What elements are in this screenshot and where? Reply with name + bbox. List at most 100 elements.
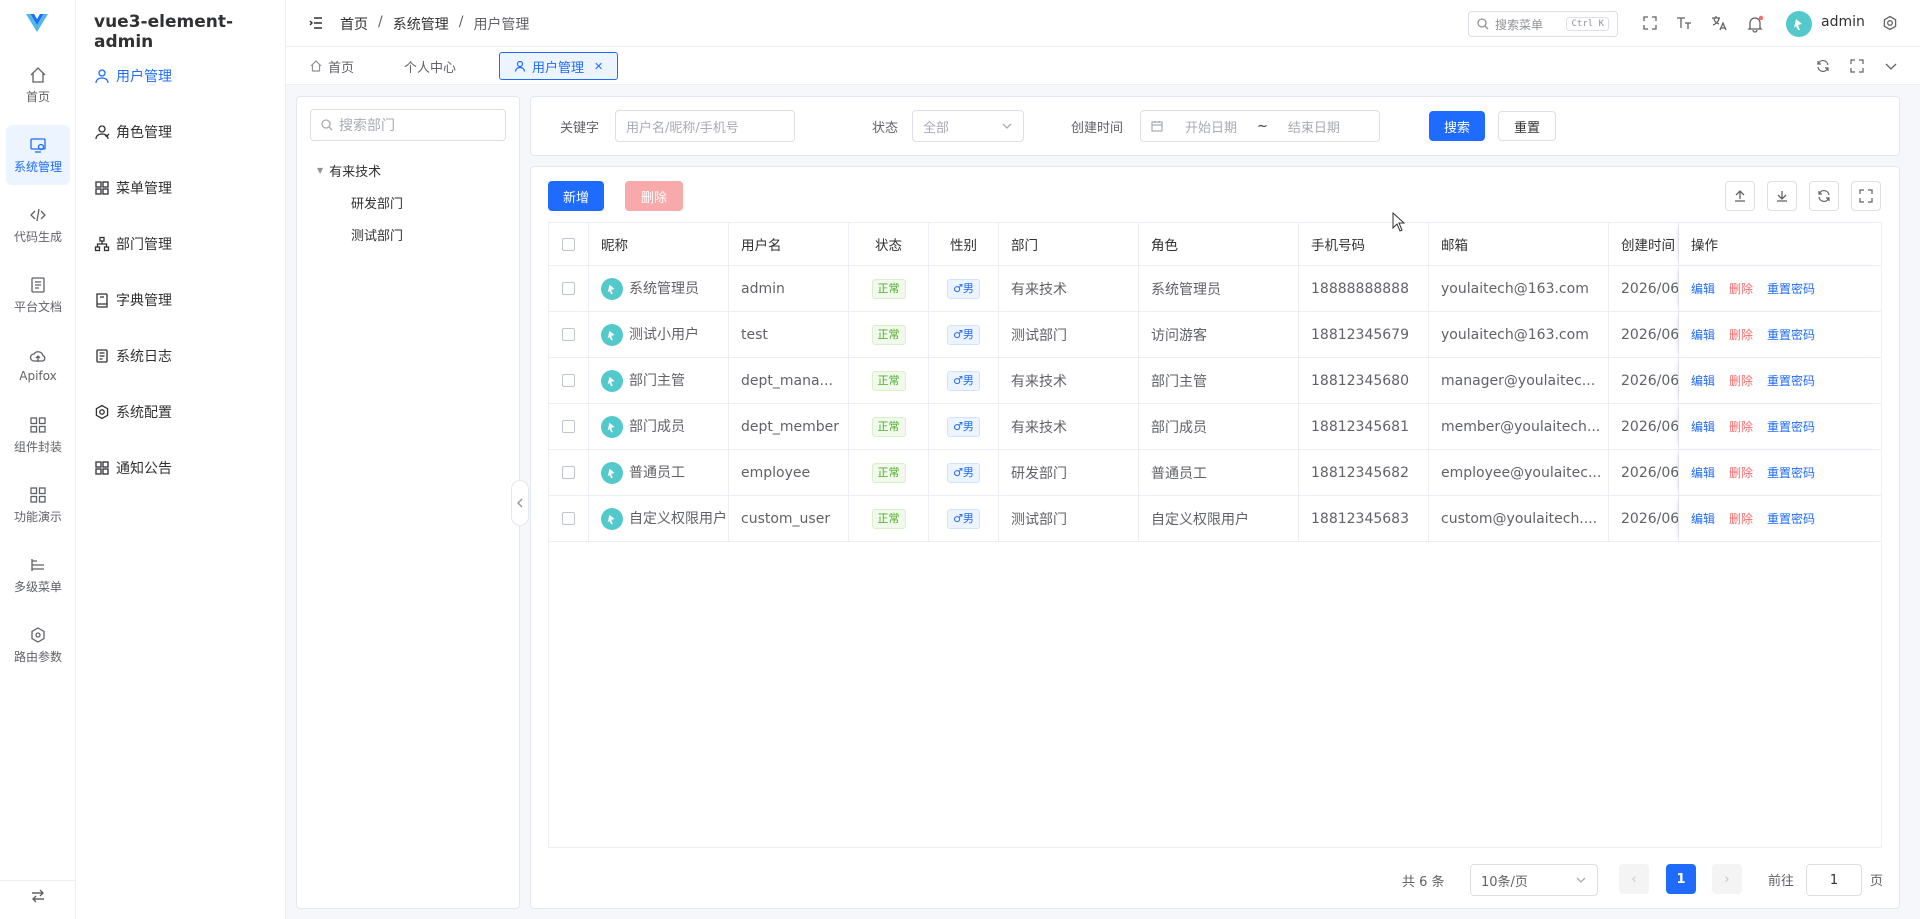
delete-button[interactable]: 删除	[1729, 326, 1753, 343]
rail-item-label: 功能演示	[13, 509, 62, 524]
user-name[interactable]: admin	[1821, 14, 1865, 30]
breadcrumb-item-system[interactable]: 系统管理	[393, 14, 449, 34]
edit-button[interactable]: 编辑	[1691, 372, 1715, 389]
reset-password-button[interactable]: 重置密码	[1767, 326, 1815, 343]
delete-user-button[interactable]: 删除	[625, 181, 683, 211]
checkbox[interactable]	[562, 466, 575, 479]
page-size-select[interactable]: 10条/页	[1470, 864, 1598, 896]
rail-item-8[interactable]: 路由参数	[0, 615, 76, 675]
close-icon[interactable]: ✕	[594, 60, 603, 73]
rail-item-7[interactable]: 多级菜单	[0, 545, 76, 605]
row-checkbox-cell[interactable]	[549, 404, 589, 449]
download-icon[interactable]	[1767, 181, 1797, 211]
checkbox[interactable]	[562, 282, 575, 295]
maximize-icon[interactable]	[1850, 59, 1864, 73]
next-page-button[interactable]: ›	[1712, 864, 1742, 894]
submenu-item-0[interactable]: 用户管理	[94, 64, 172, 88]
reset-password-button[interactable]: 重置密码	[1767, 280, 1815, 297]
created-cell: 2026/06/	[1609, 404, 1679, 449]
submenu-item-3[interactable]: 部门管理	[94, 232, 172, 256]
row-checkbox-cell[interactable]	[549, 496, 589, 541]
delete-button[interactable]: 删除	[1729, 280, 1753, 297]
delete-button[interactable]: 删除	[1729, 510, 1753, 527]
delete-button[interactable]: 删除	[1729, 464, 1753, 481]
panel-collapse-handle[interactable]	[511, 480, 529, 526]
table-row[interactable]: 部门成员 dept_member 正常 ♂男 有来技术 部门成员 18812345681 me…	[549, 404, 1881, 450]
bell-icon[interactable]	[1746, 15, 1764, 33]
edit-button[interactable]: 编辑	[1691, 326, 1715, 343]
menu-search-input[interactable]: 搜索菜单 Ctrl K	[1468, 11, 1618, 37]
reset-password-button[interactable]: 重置密码	[1767, 464, 1815, 481]
refresh-icon[interactable]	[1809, 181, 1839, 211]
select-all-checkbox[interactable]	[549, 223, 589, 265]
date-range-picker[interactable]: 开始日期 ~ 结束日期	[1140, 110, 1380, 142]
user-avatar[interactable]	[1786, 11, 1812, 37]
collapse-toggle-icon[interactable]	[0, 880, 76, 910]
language-icon[interactable]	[1711, 15, 1729, 33]
tree-node-child[interactable]: 测试部门	[351, 225, 403, 244]
tree-node-root[interactable]: ▼ 有来技术	[317, 161, 381, 180]
row-checkbox-cell[interactable]	[549, 358, 589, 403]
add-user-button[interactable]: 新增	[548, 181, 604, 211]
reset-password-button[interactable]: 重置密码	[1767, 372, 1815, 389]
menu-fold-icon[interactable]	[308, 15, 324, 31]
goto-page-input[interactable]: 1	[1806, 864, 1862, 896]
submenu-item-5[interactable]: 系统日志	[94, 344, 172, 368]
checkbox[interactable]	[562, 512, 575, 525]
refresh-icon[interactable]	[1816, 59, 1830, 73]
search-button[interactable]: 搜索	[1429, 111, 1485, 141]
submenu-item-1[interactable]: 角色管理	[94, 120, 172, 144]
page-number-current[interactable]: 1	[1666, 864, 1696, 894]
rail-item-5[interactable]: 组件封装	[0, 405, 76, 465]
submenu-item-7[interactable]: 通知公告	[94, 456, 172, 480]
row-checkbox-cell[interactable]	[549, 266, 589, 311]
edit-button[interactable]: 编辑	[1691, 464, 1715, 481]
table-row[interactable]: 部门主管 dept_mana... 正常 ♂男 有来技术 部门主管 18812345680 m…	[549, 358, 1881, 404]
tree-node-child[interactable]: 研发部门	[351, 193, 403, 212]
checkbox[interactable]	[562, 237, 575, 251]
rail-item-0[interactable]: 首页	[0, 55, 76, 115]
settings-icon[interactable]	[1882, 15, 1900, 33]
upload-icon[interactable]	[1725, 181, 1755, 211]
prev-page-button[interactable]: ‹	[1619, 864, 1649, 894]
search-icon	[321, 119, 333, 131]
delete-button[interactable]: 删除	[1729, 418, 1753, 435]
status-select[interactable]: 全部	[912, 110, 1024, 142]
font-size-icon[interactable]	[1676, 15, 1694, 33]
edit-button[interactable]: 编辑	[1691, 418, 1715, 435]
fullscreen-icon[interactable]	[1851, 181, 1881, 211]
rail-item-6[interactable]: 功能演示	[0, 475, 76, 535]
row-checkbox-cell[interactable]	[549, 312, 589, 357]
start-date-input[interactable]: 开始日期	[1185, 117, 1237, 136]
keyword-input[interactable]: 用户名/昵称/手机号	[615, 110, 795, 142]
delete-button[interactable]: 删除	[1729, 372, 1753, 389]
edit-button[interactable]: 编辑	[1691, 280, 1715, 297]
submenu-item-6[interactable]: 系统配置	[94, 400, 172, 424]
tag-user-management[interactable]: 用户管理 ✕	[499, 52, 619, 80]
rail-item-4[interactable]: Apifox	[0, 335, 76, 395]
rail-item-1[interactable]: 系统管理	[6, 125, 70, 185]
checkbox[interactable]	[562, 374, 575, 387]
submenu-item-2[interactable]: 菜单管理	[94, 176, 172, 200]
tag-home[interactable]: 首页	[296, 52, 368, 80]
table-row[interactable]: 自定义权限用户 custom_user 正常 ♂男 测试部门 自定义权限用户 1881234…	[549, 496, 1881, 542]
submenu-item-4[interactable]: 字典管理	[94, 288, 172, 312]
table-row[interactable]: 测试小用户 test 正常 ♂男 测试部门 访问游客 18812345679 youlaite…	[549, 312, 1881, 358]
rail-item-3[interactable]: 平台文档	[0, 265, 76, 325]
chevron-down-icon[interactable]	[1884, 59, 1898, 73]
dept-search-input[interactable]: 搜索部门	[310, 109, 506, 141]
reset-button[interactable]: 重置	[1498, 111, 1556, 141]
breadcrumb-item-home[interactable]: 首页	[340, 14, 368, 34]
table-row[interactable]: 普通员工 employee 正常 ♂男 研发部门 普通员工 18812345682 emplo…	[549, 450, 1881, 496]
end-date-input[interactable]: 结束日期	[1288, 117, 1340, 136]
row-checkbox-cell[interactable]	[549, 450, 589, 495]
checkbox[interactable]	[562, 420, 575, 433]
fullscreen-icon[interactable]	[1642, 15, 1660, 33]
reset-password-button[interactable]: 重置密码	[1767, 510, 1815, 527]
edit-button[interactable]: 编辑	[1691, 510, 1715, 527]
tag-profile[interactable]: 个人中心	[390, 52, 470, 80]
reset-password-button[interactable]: 重置密码	[1767, 418, 1815, 435]
checkbox[interactable]	[562, 328, 575, 341]
table-row[interactable]: 系统管理员 admin 正常 ♂男 有来技术 系统管理员 18888888888 youlai…	[549, 266, 1881, 312]
rail-item-2[interactable]: 代码生成	[0, 195, 76, 255]
